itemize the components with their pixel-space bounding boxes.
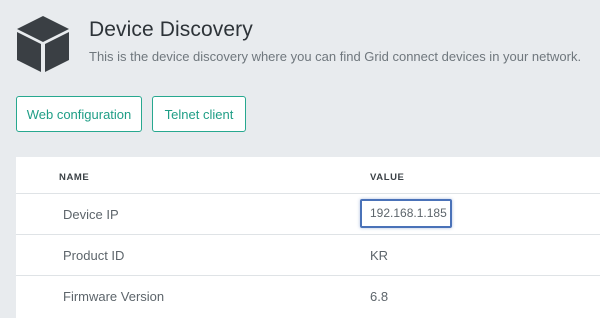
row-name: Device IP xyxy=(63,207,119,222)
page-title: Device Discovery xyxy=(89,18,253,41)
table-row: Product ID KR xyxy=(16,235,600,276)
row-name: Firmware Version xyxy=(63,289,165,304)
web-configuration-button[interactable]: Web configuration xyxy=(16,96,142,132)
column-header-value: VALUE xyxy=(370,172,405,183)
column-header-name: NAME xyxy=(59,172,90,183)
page-header: Device Discovery This is the device disc… xyxy=(14,14,594,74)
row-value: 192.168.1.185 xyxy=(370,206,447,220)
page-subtitle: This is the device discovery where you c… xyxy=(89,49,582,64)
cube-icon xyxy=(17,16,69,72)
row-value: 6.8 xyxy=(370,289,389,304)
device-discovery-page: Device Discovery This is the device disc… xyxy=(0,0,600,318)
telnet-client-button[interactable]: Telnet client xyxy=(152,96,246,132)
table-row: Firmware Version 6.8 xyxy=(16,276,600,318)
table-header-row: NAME VALUE xyxy=(16,157,600,194)
row-value: KR xyxy=(370,248,389,263)
row-name: Product ID xyxy=(63,248,125,263)
table-row: Device IP 192.168.1.185 xyxy=(16,194,600,235)
device-info-table: NAME VALUE Device IP 192.168.1.185 Produ… xyxy=(16,157,600,318)
